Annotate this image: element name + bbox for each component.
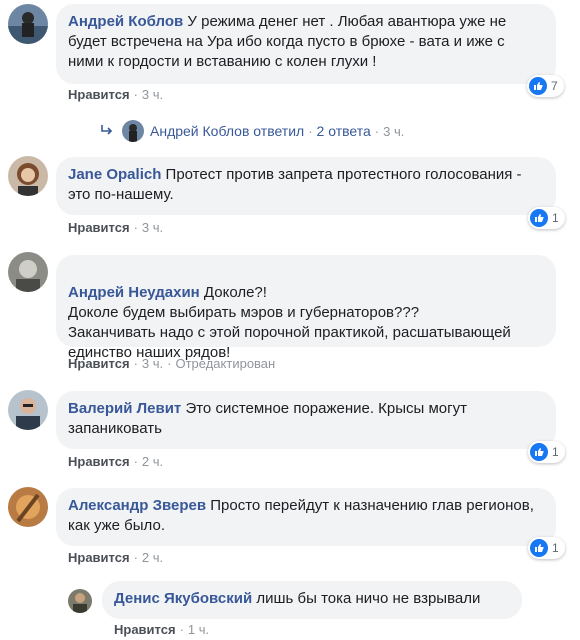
like-link[interactable]: Нравится [68,454,130,469]
reply-time: 3 ч. [383,123,405,139]
comment-time[interactable]: 3 ч. [142,220,163,235]
comment-author[interactable]: Александр Зверев [68,497,206,514]
reply-arrow-icon [100,123,114,139]
comment-meta: Нравится · 2 ч. [68,454,164,469]
avatar [122,120,144,142]
reactions-badge[interactable]: 1 [528,537,565,559]
avatar[interactable] [8,390,48,430]
reactions-badge[interactable]: 7 [527,75,564,97]
edited-label[interactable]: Отредактирован [175,356,275,371]
reactions-badge[interactable]: 1 [528,441,565,463]
comment-meta: Нравится · 3 ч. · Отредактирован [68,356,276,371]
thumbs-up-icon [530,443,548,461]
comment-time[interactable]: 2 ч. [142,454,163,469]
comment-author[interactable]: Андрей Коблов [68,13,183,30]
comment-time[interactable]: 2 ч. [142,550,163,565]
comment-bubble: Денис Якубовский лишь бы тока ничо не вз… [102,581,522,619]
replies-link[interactable]: Андрей Коблов ответил · 2 ответа · 3 ч. [100,120,404,142]
comment-time[interactable]: 3 ч. [142,87,163,102]
comment-author[interactable]: Андрей Неудахин [68,284,200,301]
reaction-count: 1 [552,445,559,459]
comment-bubble: Jane Opalich Протест против запрета прот… [56,157,556,215]
like-link[interactable]: Нравится [68,356,130,371]
comment-author[interactable]: Jane Opalich [68,166,161,183]
reactions-badge[interactable]: 1 [528,207,565,229]
like-link[interactable]: Нравится [68,220,130,235]
like-link[interactable]: Нравится [68,87,130,102]
thumbs-up-icon [530,209,548,227]
comment-meta: Нравится · 2 ч. [68,550,164,565]
reaction-count: 1 [552,211,559,225]
reply-author: Андрей Коблов [150,123,250,139]
thumbs-up-icon [529,77,547,95]
comment-time[interactable]: 1 ч. [188,622,209,637]
avatar[interactable] [8,4,48,44]
like-link[interactable]: Нравится [114,622,176,637]
comment-bubble: Андрей Коблов У режима денег нет . Любая… [56,4,556,84]
comment-bubble: Александр Зверев Просто перейдут к назна… [56,488,556,546]
avatar[interactable] [8,156,48,196]
comment-text: лишь бы тока ничо не взрывали [256,590,481,607]
comment-meta: Нравится · 1 ч. [114,622,210,637]
comment-bubble: Андрей Неудахин Доколе?! Доколе будем вы… [56,255,556,361]
avatar[interactable] [8,487,48,527]
avatar[interactable] [8,252,48,292]
comment-meta: Нравится · 3 ч. [68,220,164,235]
thumbs-up-icon [530,539,548,557]
comment-meta: Нравится · 3 ч. [68,87,164,102]
comment-author[interactable]: Денис Якубовский [114,590,252,607]
reply-action: ответил [253,123,305,139]
comment-time[interactable]: 3 ч. [142,356,163,371]
like-link[interactable]: Нравится [68,550,130,565]
replies-count[interactable]: 2 ответа [317,123,371,139]
reaction-count: 1 [552,541,559,555]
comment-author[interactable]: Валерий Левит [68,400,181,417]
reaction-count: 7 [551,79,558,93]
comment-bubble: Валерий Левит Это системное поражение. К… [56,391,556,449]
avatar[interactable] [68,589,92,613]
